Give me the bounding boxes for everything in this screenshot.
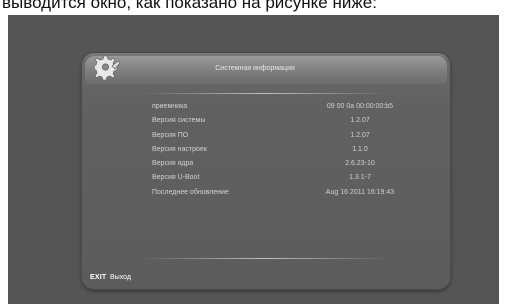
info-label: приемника (152, 103, 188, 110)
info-value: 1.1.0 (352, 145, 368, 153)
info-row-receiver-id: приемника 09 00 0a 00:00:00:b5 (152, 103, 422, 117)
bottom-divider (140, 258, 390, 259)
info-label: Версия ядра (152, 160, 194, 168)
info-value: 2.6.23-10 (345, 160, 375, 168)
info-row-software-version: Версия ПО 1.2.07 (152, 132, 422, 146)
exit-key-label: EXIT (90, 274, 107, 281)
exit-action-label: Выход (110, 274, 131, 281)
info-value: 1.2.07 (350, 131, 370, 139)
info-value: 1.3.1-7 (349, 174, 371, 182)
top-divider (140, 93, 390, 94)
window-title-bar: Системная информация (85, 55, 447, 84)
info-row-kernel-version: Версия ядра 2.6.23-10 (152, 160, 422, 174)
info-value: Aug 16 2011 16:19:43 (325, 188, 395, 196)
info-label: Последнее обновление (152, 188, 229, 196)
info-label: Версия настроек (152, 145, 207, 153)
info-list: приемника 09 00 0a 00:00:00:b5 Версия си… (152, 103, 422, 203)
exit-hint[interactable]: EXIT Выход (82, 272, 450, 286)
window-title: Системная информация (215, 65, 295, 72)
gear-logo-icon (95, 55, 121, 81)
info-row-last-update: Последнее обновление Aug 16 2011 16:19:4… (152, 189, 422, 203)
info-value: 09 00 0a 00:00:00:b5 (326, 103, 394, 110)
info-label: Версия системы (152, 117, 206, 125)
tv-screen: Системная информация приемника 09 00 0a … (8, 15, 499, 304)
info-label: Версия U-Boot (152, 174, 200, 182)
info-label: Версия ПО (152, 131, 189, 139)
document-caption: выводится окно, как показано на рисунке … (2, 0, 377, 12)
info-row-system-version: Версия системы 1.2.07 (152, 117, 422, 131)
info-row-uboot-version: Версия U-Boot 1.3.1-7 (152, 174, 422, 188)
info-value: 1.2.07 (350, 117, 370, 125)
system-info-window: Системная информация приемника 09 00 0a … (82, 53, 450, 289)
info-row-settings-version: Версия настроек 1.1.0 (152, 146, 422, 160)
